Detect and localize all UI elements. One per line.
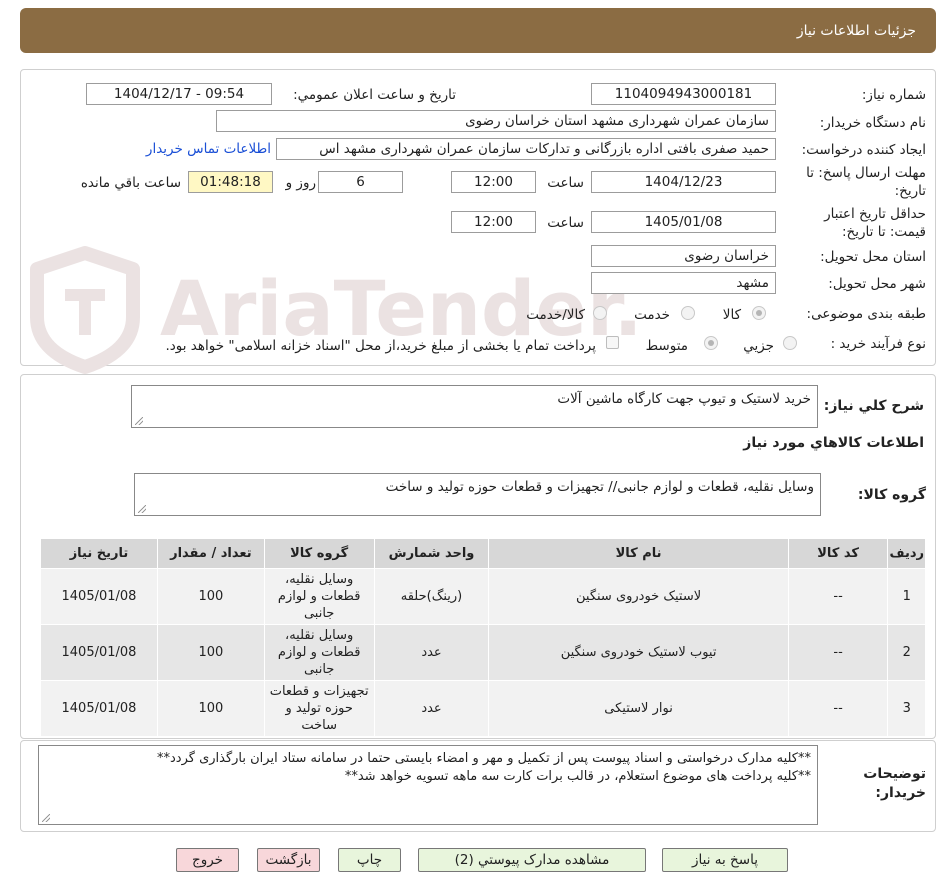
page-header: جزئیات اطلاعات نیاز: [20, 8, 936, 53]
validity-time-field: 12:00: [451, 211, 536, 233]
item-quantity: 100: [156, 568, 265, 625]
goods-section-title: اطلاعات کالاهاي مورد نیاز: [743, 435, 924, 451]
treasury-payment-note: پرداخت تمام یا بخشی از مبلغ خرید،از محل …: [165, 338, 596, 354]
item-code: --: [787, 568, 889, 625]
province-label: استان محل تحویل:: [820, 249, 926, 265]
resize-grip-icon[interactable]: [138, 505, 146, 513]
process-radio-medium[interactable]: [704, 336, 718, 350]
goods-group-textarea[interactable]: وسایل نقلیه، قطعات و لوازم جانبی// تجهیز…: [134, 473, 821, 516]
item-unit: عدد: [373, 680, 490, 737]
buyer-note-line: **کلیه مدارک درخواستی و اسناد پیوست پس ا…: [157, 751, 811, 766]
table-row: 1 -- لاستیک خودروی سنگین (رینگ)حلقه وسای…: [40, 568, 926, 625]
goods-group-text: وسایل نقلیه، قطعات و لوازم جانبی// تجهیز…: [385, 479, 814, 495]
deadline-time-label: ساعت: [547, 175, 584, 191]
item-group: وسایل نقلیه، قطعات و لوازم جانبی: [263, 624, 375, 681]
validity-label: حداقل تاریخ اعتبار: [824, 206, 926, 222]
goods-table: ردیف کد کالا نام کالا واحد شمارش گروه کا…: [40, 538, 926, 737]
column-header: تعداد / مقدار: [156, 538, 265, 569]
column-header: تاریخ نیاز: [40, 538, 158, 569]
description-label: شرح کلي نیاز:: [823, 398, 924, 414]
column-header: نام کالا: [488, 538, 789, 569]
goods-group-label: گروه کالا:: [857, 487, 926, 503]
item-quantity: 100: [156, 680, 265, 737]
item-group: وسایل نقلیه، قطعات و لوازم جانبی: [263, 568, 375, 625]
requester-field: حمید صفری بافتی اداره بازرگانی و تدارکات…: [276, 138, 776, 160]
item-name: تیوب لاستیک خودروی سنگین: [488, 624, 789, 681]
item-need-date: 1405/01/08: [40, 568, 158, 625]
buyer-notes-label: توضیحات: [863, 766, 926, 782]
process-option-medium: متوسط: [645, 338, 688, 354]
province-field: خراسان رضوی: [591, 245, 776, 267]
validity-date-field: 1405/01/08: [591, 211, 776, 233]
item-code: --: [787, 624, 889, 681]
days-label: روز و: [285, 175, 316, 191]
city-label: شهر محل تحویل:: [828, 276, 926, 292]
view-attachments-button[interactable]: مشاهده مدارک پیوستي (2): [418, 848, 646, 872]
item-unit: عدد: [373, 624, 490, 681]
item-name: نوار لاستیکی: [488, 680, 789, 737]
buyer-contact-link[interactable]: اطلاعات تماس خریدار: [146, 141, 271, 157]
column-header: گروه کالا: [263, 538, 375, 569]
days-remaining-field: 6: [318, 171, 403, 193]
resize-grip-icon[interactable]: [42, 814, 50, 822]
category-option-goods-service: کالا/خدمت: [526, 307, 585, 323]
item-name: لاستیک خودروی سنگین: [488, 568, 789, 625]
category-option-goods: کالا: [722, 307, 741, 323]
row-index: 3: [887, 680, 926, 737]
validity-label-date: قیمت: تا تاریخ:: [842, 224, 926, 240]
city-field: مشهد: [591, 272, 776, 294]
process-type-label: نوع فرآیند خرید :: [830, 336, 926, 352]
table-header-row: ردیف کد کالا نام کالا واحد شمارش گروه کا…: [40, 538, 926, 569]
announce-date-field: 1404/12/17 - 09:54: [86, 83, 272, 105]
item-code: --: [787, 680, 889, 737]
item-group: تجهیزات و قطعات حوزه تولید و ساخت: [263, 680, 375, 737]
requester-label: ایجاد کننده درخواست:: [801, 142, 926, 158]
page-title: جزئیات اطلاعات نیاز: [796, 23, 916, 39]
category-radio-goods[interactable]: [752, 306, 766, 320]
remaining-time-field: 01:48:18: [188, 171, 273, 193]
buyer-notes-textarea[interactable]: **کلیه مدارک درخواستی و اسناد پیوست پس ا…: [38, 745, 818, 825]
buyer-org-field: سازمان عمران شهرداری مشهد استان خراسان ر…: [216, 110, 776, 132]
need-number-label: شماره نیاز:: [861, 87, 926, 103]
item-need-date: 1405/01/08: [40, 624, 158, 681]
buyer-notes-label-2: خریدار:: [875, 785, 926, 801]
table-row: 2 -- تیوب لاستیک خودروی سنگین عدد وسایل …: [40, 624, 926, 681]
category-radio-service[interactable]: [681, 306, 695, 320]
back-button[interactable]: بازگشت: [257, 848, 320, 872]
remaining-time-label: ساعت باقي مانده: [80, 175, 181, 191]
deadline-label-date: تاریخ:: [894, 183, 926, 199]
category-label: طبقه بندی موضوعی:: [806, 306, 926, 322]
resize-grip-icon[interactable]: [135, 417, 143, 425]
deadline-date-field: 1404/12/23: [591, 171, 776, 193]
deadline-time-field: 12:00: [451, 171, 536, 193]
row-index: 1: [887, 568, 926, 625]
column-header: کد کالا: [787, 538, 889, 569]
process-radio-minor[interactable]: [783, 336, 797, 350]
validity-time-label: ساعت: [547, 215, 584, 231]
need-number-field: 1104094943000181: [591, 83, 776, 105]
description-textarea[interactable]: خرید لاستیک و تیوپ جهت کارگاه ماشین آلات: [131, 385, 818, 428]
item-need-date: 1405/01/08: [40, 680, 158, 737]
announce-date-label: تاریخ و ساعت اعلان عمومي:: [293, 87, 456, 103]
category-option-service: خدمت: [634, 307, 670, 323]
item-quantity: 100: [156, 624, 265, 681]
process-option-minor: جزیي: [743, 338, 774, 354]
table-row: 3 -- نوار لاستیکی عدد تجهیزات و قطعات حو…: [40, 680, 926, 737]
deadline-label: مهلت ارسال پاسخ: تا: [806, 165, 926, 181]
category-radio-goods-service[interactable]: [593, 306, 607, 320]
print-button[interactable]: چاپ: [338, 848, 401, 872]
column-header: ردیف: [887, 538, 926, 569]
row-index: 2: [887, 624, 926, 681]
treasury-payment-checkbox[interactable]: [606, 336, 619, 349]
exit-button[interactable]: خروج: [176, 848, 239, 872]
reply-to-need-button[interactable]: پاسخ به نیاز: [662, 848, 788, 872]
description-text: خرید لاستیک و تیوپ جهت کارگاه ماشین آلات: [557, 391, 811, 407]
column-header: واحد شمارش: [373, 538, 490, 569]
buyer-note-line: **کلیه پرداخت های موضوع استعلام، در قالب…: [344, 769, 811, 784]
buyer-org-label: نام دستگاه خریدار:: [819, 115, 926, 131]
item-unit: (رینگ)حلقه: [373, 568, 490, 625]
